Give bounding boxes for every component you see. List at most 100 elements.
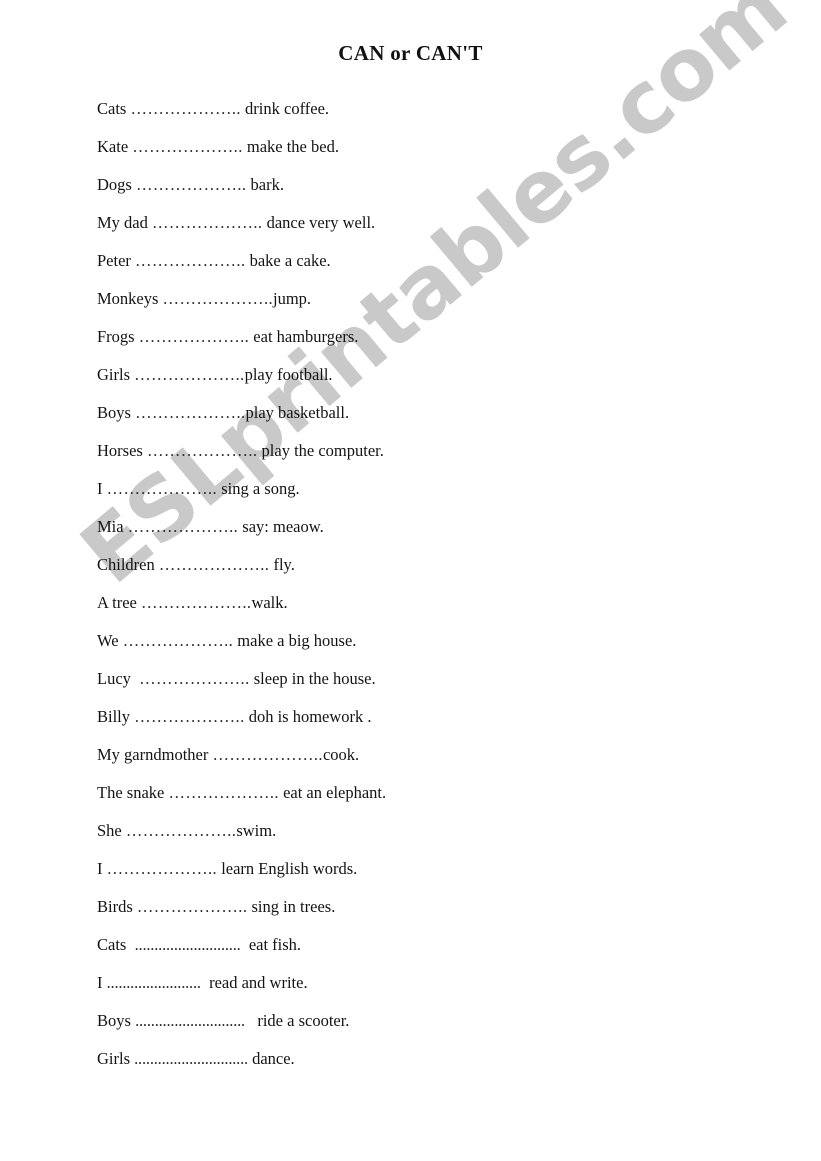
exercise-line: I ……………….. sing a song.	[97, 470, 757, 508]
exercise-line: I ……………….. learn English words.	[97, 850, 757, 888]
answer-blank[interactable]: ………………..	[132, 137, 242, 156]
exercise-subject: I	[97, 859, 107, 878]
exercise-predicate: play basketball.	[245, 403, 350, 422]
answer-blank[interactable]: ………………..	[134, 707, 244, 726]
exercise-predicate: jump.	[273, 289, 312, 308]
answer-blank[interactable]: ………………..	[130, 99, 240, 118]
answer-blank[interactable]: ………………..	[139, 327, 249, 346]
exercise-predicate: dance very well.	[262, 213, 376, 232]
exercise-line: Frogs ……………….. eat hamburgers.	[97, 318, 757, 356]
exercise-line: Girls ………………..play football.	[97, 356, 757, 394]
exercise-subject: Lucy	[97, 669, 140, 688]
worksheet-page: ESLprintables.com CAN or CAN'T Cats ……………	[0, 0, 821, 1161]
exercise-predicate: say: meaow.	[238, 517, 324, 536]
answer-blank[interactable]: ………………..	[135, 251, 245, 270]
exercise-subject: We	[97, 631, 123, 650]
exercise-predicate: sing in trees.	[247, 897, 336, 916]
exercise-predicate: fly.	[269, 555, 295, 574]
answer-blank[interactable]: ………………..	[159, 555, 269, 574]
exercise-subject: Frogs	[97, 327, 139, 346]
exercise-subject: Billy	[97, 707, 135, 726]
answer-blank[interactable]: ………………..	[126, 821, 236, 840]
exercise-predicate: bake a cake.	[245, 251, 331, 270]
exercise-subject: Mia	[97, 517, 128, 536]
exercise-line: Cats ........................... eat fis…	[97, 926, 757, 964]
answer-blank[interactable]: ………………..	[147, 441, 257, 460]
exercise-predicate: eat hamburgers.	[249, 327, 359, 346]
exercise-line: She ………………..swim.	[97, 812, 757, 850]
exercise-predicate: eat an elephant.	[278, 783, 387, 802]
exercise-predicate: sing a song.	[217, 479, 300, 498]
exercise-subject: Boys	[97, 403, 136, 422]
answer-blank[interactable]: ………………..	[152, 213, 262, 232]
answer-blank[interactable]: ………………..	[128, 517, 238, 536]
exercise-predicate: bark.	[246, 175, 284, 194]
answer-blank[interactable]: ………………..	[137, 897, 247, 916]
exercise-line: Dogs ……………….. bark.	[97, 166, 757, 204]
exercise-subject: Birds	[97, 897, 137, 916]
exercise-line: Children ……………….. fly.	[97, 546, 757, 584]
exercise-subject: She	[97, 821, 126, 840]
answer-blank[interactable]: ...........................	[135, 935, 241, 954]
exercise-line: My dad ……………….. dance very well.	[97, 204, 757, 242]
exercise-subject: A tree	[97, 593, 141, 612]
exercise-predicate: play football.	[244, 365, 333, 384]
answer-blank[interactable]: ………………..	[163, 289, 273, 308]
answer-blank[interactable]: ………………..	[212, 745, 322, 764]
exercise-line: Lucy ……………….. sleep in the house.	[97, 660, 757, 698]
exercise-line: My garndmother ………………..cook.	[97, 736, 757, 774]
exercise-line: Boys ............................ ride a…	[97, 1002, 757, 1040]
answer-blank[interactable]: ………………..	[107, 859, 217, 878]
exercise-predicate: swim.	[236, 821, 277, 840]
exercise-subject: Boys	[97, 1011, 136, 1030]
answer-blank[interactable]: ........................	[107, 973, 201, 992]
exercise-predicate: ride a scooter.	[244, 1011, 350, 1030]
exercise-line: Peter ……………….. bake a cake.	[97, 242, 757, 280]
exercise-line: Boys ………………..play basketball.	[97, 394, 757, 432]
exercise-subject: I	[97, 479, 107, 498]
exercise-predicate: dance.	[247, 1049, 295, 1068]
exercise-subject: Peter	[97, 251, 136, 270]
exercise-predicate: read and write.	[200, 973, 308, 992]
exercise-line: I ........................ read and writ…	[97, 964, 757, 1002]
exercise-line: Kate ……………….. make the bed.	[97, 128, 757, 166]
answer-blank[interactable]: ………………..	[168, 783, 278, 802]
answer-blank[interactable]: ………………..	[134, 365, 244, 384]
exercise-predicate: eat fish.	[240, 935, 302, 954]
exercise-subject: Children	[97, 555, 159, 574]
exercise-line: Cats ……………….. drink coffee.	[97, 90, 757, 128]
exercise-subject: The snake	[97, 783, 169, 802]
exercise-predicate: make the bed.	[242, 137, 339, 156]
exercise-predicate: learn English words.	[217, 859, 358, 878]
exercise-list: Cats ……………….. drink coffee. Kate ………………..…	[97, 90, 757, 1078]
exercise-subject: My dad	[97, 213, 152, 232]
exercise-subject: Monkeys	[97, 289, 163, 308]
exercise-line: Birds ……………….. sing in trees.	[97, 888, 757, 926]
exercise-predicate: cook.	[322, 745, 360, 764]
exercise-line: The snake ……………….. eat an elephant.	[97, 774, 757, 812]
exercise-line: Mia ……………….. say: meaow.	[97, 508, 757, 546]
exercise-predicate: sleep in the house.	[249, 669, 376, 688]
exercise-line: Billy ……………….. doh is homework .	[97, 698, 757, 736]
exercise-subject: Horses	[97, 441, 147, 460]
answer-blank[interactable]: ………………..	[136, 175, 246, 194]
answer-blank[interactable]: .............................	[134, 1049, 248, 1068]
answer-blank[interactable]: ............................	[135, 1011, 245, 1030]
exercise-line: Horses ……………….. play the computer.	[97, 432, 757, 470]
exercise-subject: Cats	[97, 99, 131, 118]
exercise-subject: Cats	[97, 935, 135, 954]
answer-blank[interactable]: ………………..	[139, 669, 249, 688]
page-title: CAN or CAN'T	[338, 41, 483, 66]
exercise-predicate: doh is homework .	[244, 707, 372, 726]
exercise-predicate: make a big house.	[233, 631, 357, 650]
exercise-subject: Girls	[97, 1049, 135, 1068]
exercise-subject: Dogs	[97, 175, 136, 194]
answer-blank[interactable]: ………………..	[107, 479, 217, 498]
exercise-line: Girls ............................. danc…	[97, 1040, 757, 1078]
answer-blank[interactable]: ………………..	[123, 631, 233, 650]
answer-blank[interactable]: ………………..	[135, 403, 245, 422]
answer-blank[interactable]: ………………..	[141, 593, 251, 612]
exercise-predicate: walk.	[251, 593, 288, 612]
exercise-predicate: drink coffee.	[240, 99, 330, 118]
exercise-line: We ……………….. make a big house.	[97, 622, 757, 660]
